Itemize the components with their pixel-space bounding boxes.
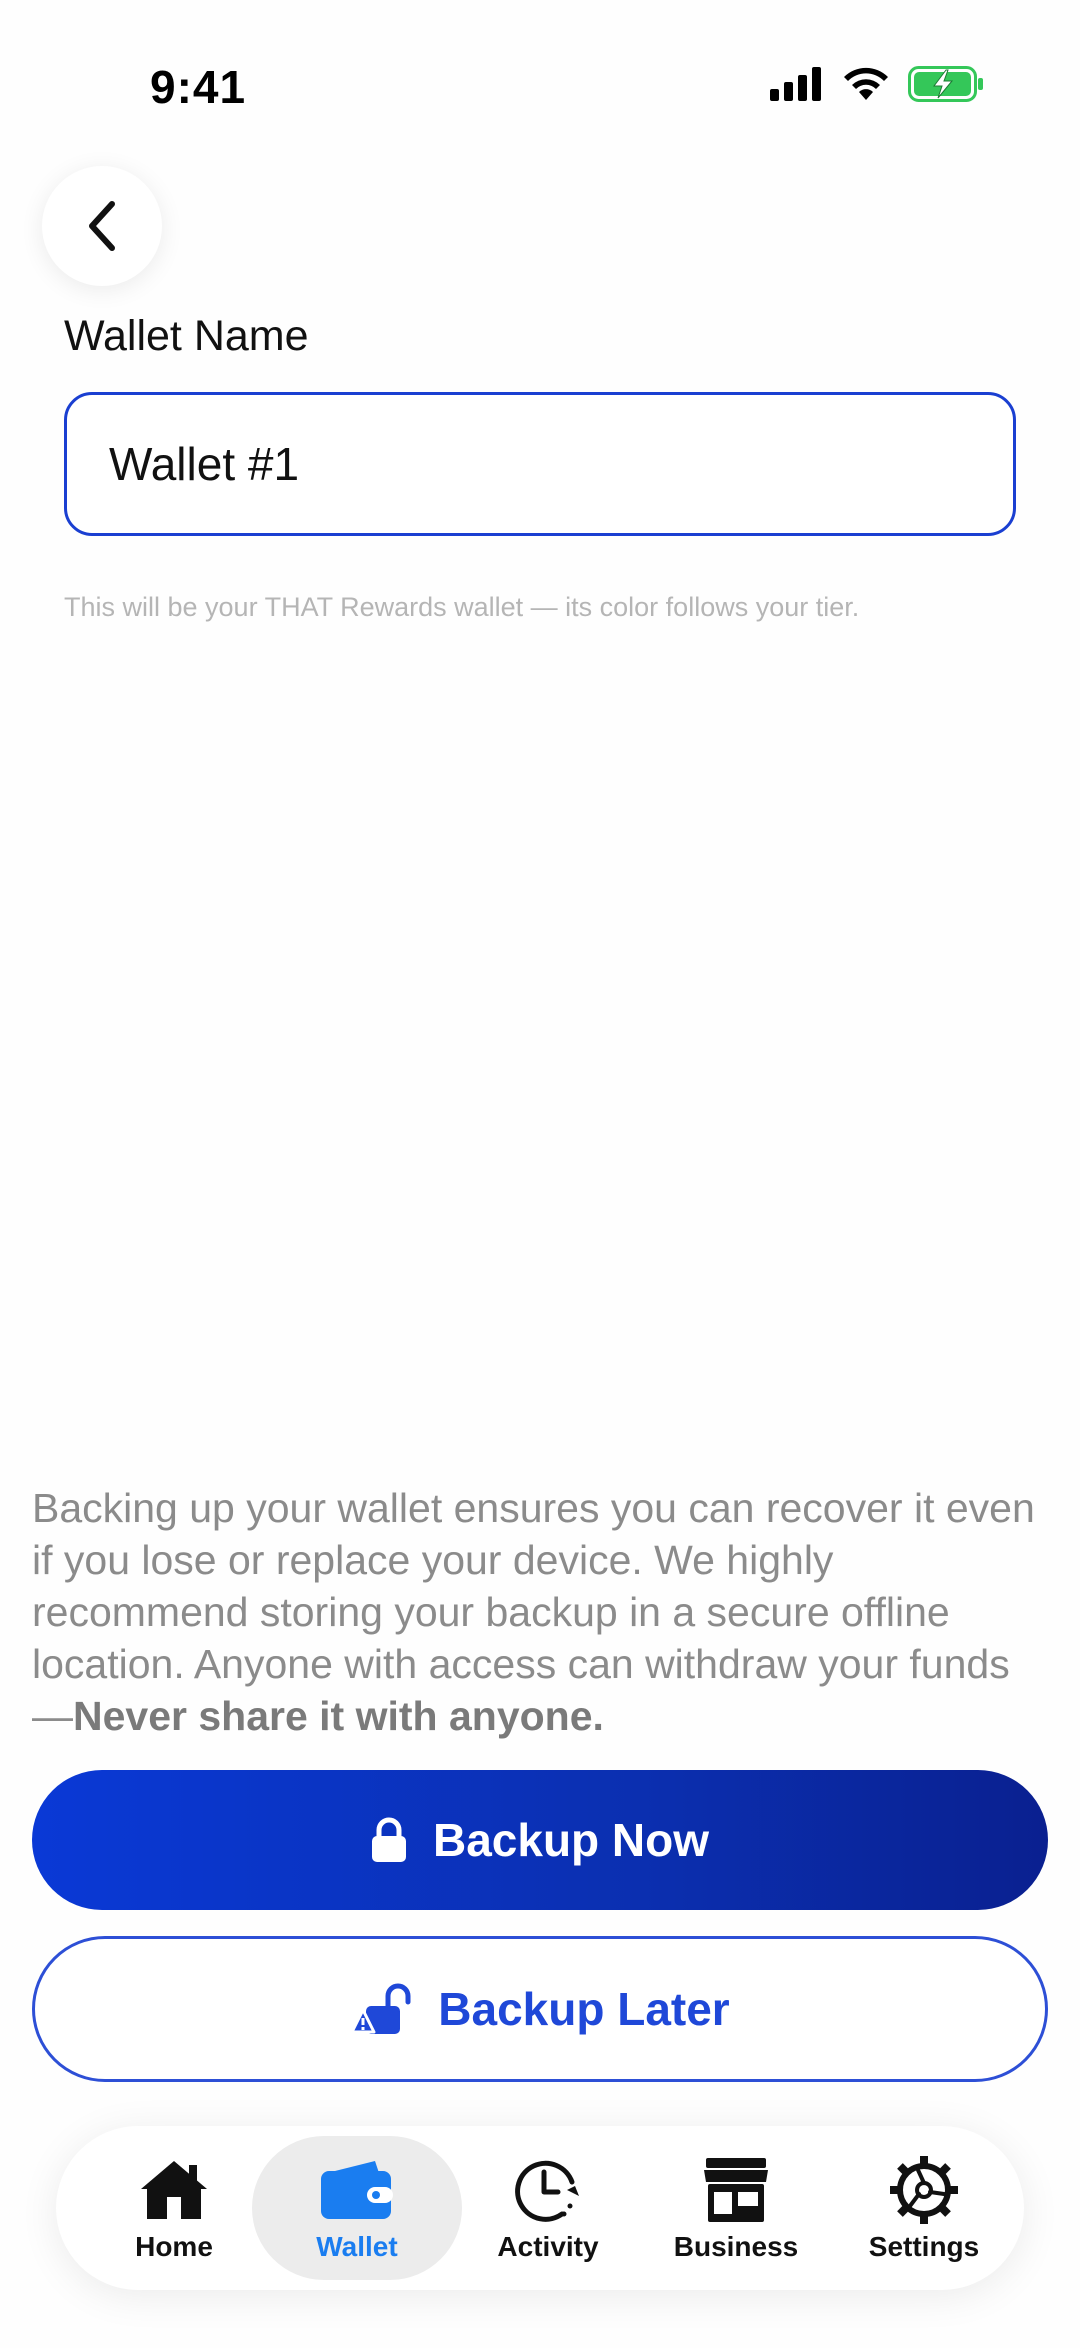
wallet-name-helper: This will be your THAT Rewards wallet — …	[64, 592, 860, 622]
tab-wallet[interactable]: Wallet	[252, 2136, 462, 2280]
lock-icon	[371, 1817, 406, 1862]
battery-icon	[908, 66, 983, 102]
backup-now-button[interactable]: Backup Now	[32, 1770, 1048, 1910]
wifi-icon	[844, 67, 888, 100]
backup-now-label: Backup Now	[432, 1814, 710, 1866]
tab-bar: Home Wallet Activity Business Settings	[56, 2126, 1024, 2290]
status-bar: 9:41	[0, 0, 1080, 150]
tab-home-label: Home	[135, 2231, 213, 2262]
back-button[interactable]	[42, 166, 162, 286]
store-icon	[704, 2158, 768, 2222]
backup-later-button[interactable]: Backup Later	[32, 1936, 1048, 2082]
clock-icon	[515, 2160, 579, 2222]
backup-later-label: Backup Later	[438, 1983, 730, 2035]
wallet-icon	[321, 2161, 393, 2219]
wallet-name-label: Wallet Name	[64, 312, 309, 360]
backup-info-text: Backing up your wallet ensures you can r…	[32, 1482, 1042, 1742]
wallet-name-input[interactable]	[64, 392, 1016, 536]
signal-icon	[770, 67, 821, 101]
tab-business[interactable]: Business	[638, 2136, 834, 2280]
backup-info-warning: Never share it with anyone.	[73, 1693, 604, 1739]
tab-settings[interactable]: Settings	[826, 2136, 1022, 2280]
tab-wallet-label: Wallet	[316, 2231, 398, 2262]
status-icons	[770, 66, 984, 102]
chevron-left-icon	[89, 201, 115, 251]
gear-icon	[890, 2156, 958, 2224]
home-icon	[141, 2161, 207, 2219]
status-time: 9:41	[150, 61, 247, 113]
unlock-warning-icon	[350, 1983, 411, 2034]
tab-activity-label: Activity	[497, 2231, 599, 2262]
tab-settings-label: Settings	[868, 2231, 980, 2262]
tab-home[interactable]: Home	[76, 2136, 272, 2280]
tab-activity[interactable]: Activity	[456, 2136, 640, 2280]
tab-business-label: Business	[673, 2231, 799, 2262]
